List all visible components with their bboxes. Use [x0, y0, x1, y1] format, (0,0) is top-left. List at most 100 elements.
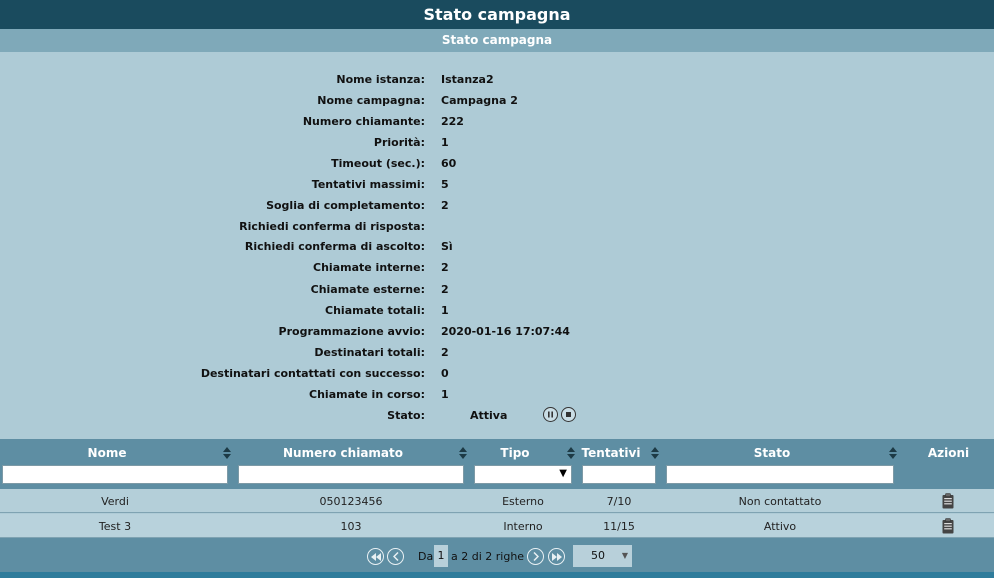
- detail-label: Chiamate totali:: [325, 304, 425, 317]
- page-size-value: 50: [591, 549, 605, 562]
- window-title: Stato campagna: [0, 0, 994, 29]
- cell-numero: 103: [340, 520, 362, 533]
- detail-row: Richiedi conferma di risposta:: [0, 216, 994, 237]
- stop-button[interactable]: [561, 407, 576, 422]
- detail-row: Nome campagna: Campagna 2: [0, 90, 994, 111]
- detail-row: Chiamate in corso: 1: [0, 384, 994, 405]
- next-page-button[interactable]: [527, 548, 544, 565]
- status-value: Attiva: [470, 409, 508, 422]
- cell-stato: Attivo: [763, 520, 797, 533]
- page-size-select[interactable]: 50 ▼: [573, 545, 632, 567]
- pagination-bar: Da 1 a 2 di 2 righe 50 ▼: [0, 538, 994, 572]
- detail-label: Richiedi conferma di risposta:: [239, 220, 425, 233]
- clipboard-icon[interactable]: [942, 493, 954, 509]
- sort-icon[interactable]: [889, 447, 897, 459]
- destinations-table: Nome Numero chiamato Tipo Tentativi Stat…: [0, 439, 994, 538]
- detail-value: 2020-01-16 17:07:44: [441, 325, 570, 338]
- sort-icon[interactable]: [651, 447, 659, 459]
- detail-value: 2: [441, 283, 449, 296]
- cell-nome: Test 3: [98, 520, 132, 533]
- detail-row: Programmazione avvio: 2020-01-16 17:07:44: [0, 321, 994, 342]
- cell-tipo: Esterno: [502, 495, 544, 508]
- campaign-details: Nome istanza: Istanza2 Nome campagna: Camp…: [0, 52, 994, 439]
- detail-row: Destinatari totali: 2: [0, 342, 994, 363]
- sort-icon[interactable]: [223, 447, 231, 459]
- pause-button[interactable]: [543, 407, 558, 422]
- detail-label: Nome istanza:: [336, 73, 425, 86]
- last-page-button[interactable]: [548, 548, 565, 565]
- stop-icon: [566, 412, 571, 417]
- column-header-azioni: Azioni: [927, 446, 970, 460]
- detail-label: Nome campagna:: [317, 94, 425, 107]
- filter-stato-input[interactable]: [666, 465, 894, 484]
- table-row[interactable]: Verdi 050123456 Esterno 7/10 Non contatt…: [0, 489, 994, 513]
- detail-row: Timeout (sec.): 60: [0, 153, 994, 174]
- column-header-tipo[interactable]: Tipo: [472, 439, 558, 465]
- cell-stato: Non contattato: [738, 495, 822, 508]
- page-number-input[interactable]: 1: [434, 545, 448, 567]
- detail-label: Destinatari contattati con successo:: [200, 367, 425, 380]
- table-header: Nome Numero chiamato Tipo Tentativi Stat…: [0, 439, 994, 489]
- footer-divider: [0, 572, 994, 578]
- sort-icon[interactable]: [567, 447, 575, 459]
- pause-icon: [548, 411, 553, 418]
- first-page-button[interactable]: [367, 548, 384, 565]
- detail-value: 222: [441, 115, 464, 128]
- detail-value: 5: [441, 178, 449, 191]
- filter-numero-input[interactable]: [238, 465, 464, 484]
- chevron-down-icon: ▼: [621, 551, 628, 560]
- detail-value: 60: [441, 157, 457, 170]
- detail-value: Campagna 2: [441, 94, 518, 107]
- detail-label: Soglia di completamento:: [266, 199, 425, 212]
- detail-label: Timeout (sec.):: [331, 157, 425, 170]
- filter-tentativi-input[interactable]: [582, 465, 656, 484]
- dropdown-arrow-icon: ▼: [559, 468, 567, 479]
- cell-numero: 050123456: [319, 495, 383, 508]
- detail-value: 2: [441, 199, 449, 212]
- status-row: Stato: Attiva: [0, 405, 994, 426]
- column-header-nome[interactable]: Nome: [0, 439, 214, 465]
- cell-tentativi: 11/15: [603, 520, 635, 533]
- prev-page-button[interactable]: [387, 548, 404, 565]
- pager-summary: a 2 di 2 righe: [451, 550, 525, 563]
- status-label: Stato:: [387, 409, 425, 422]
- detail-row: Chiamate esterne: 2: [0, 279, 994, 300]
- clipboard-icon[interactable]: [942, 518, 954, 534]
- filter-nome-input[interactable]: [2, 465, 228, 484]
- detail-row: Chiamate interne: 2: [0, 257, 994, 278]
- detail-value: 0: [441, 367, 449, 380]
- detail-value: Istanza2: [441, 73, 494, 86]
- column-header-tentativi[interactable]: Tentativi: [580, 439, 642, 465]
- chevron-left-icon: [392, 552, 399, 561]
- column-header-numero[interactable]: Numero chiamato: [236, 439, 450, 465]
- detail-label: Chiamate in corso:: [309, 388, 425, 401]
- filter-tipo-select[interactable]: ▼: [474, 465, 572, 484]
- detail-row: Richiedi conferma di ascolto: Sì: [0, 236, 994, 257]
- detail-label: Destinatari totali:: [314, 346, 425, 359]
- cell-tipo: Interno: [503, 520, 543, 533]
- pager-prefix: Da: [418, 550, 434, 563]
- first-page-icon: [370, 552, 381, 561]
- detail-row: Numero chiamante: 222: [0, 111, 994, 132]
- detail-value: 2: [441, 346, 449, 359]
- cell-tentativi: 7/10: [606, 495, 632, 508]
- last-page-icon: [551, 552, 562, 561]
- sort-icon[interactable]: [459, 447, 467, 459]
- detail-row: Chiamate totali: 1: [0, 300, 994, 321]
- detail-value: 1: [441, 304, 449, 317]
- cell-nome: Verdi: [101, 495, 129, 508]
- detail-row: Priorità: 1: [0, 132, 994, 153]
- detail-value: 1: [441, 388, 449, 401]
- detail-label: Chiamate interne:: [313, 261, 425, 274]
- table-row[interactable]: Test 3 103 Interno 11/15 Attivo: [0, 514, 994, 538]
- detail-value: Sì: [441, 240, 453, 253]
- chevron-right-icon: [532, 552, 539, 561]
- section-title: Stato campagna: [0, 29, 994, 52]
- detail-label: Programmazione avvio:: [278, 325, 425, 338]
- detail-label: Richiedi conferma di ascolto:: [244, 240, 425, 253]
- column-header-stato[interactable]: Stato: [664, 439, 880, 465]
- detail-label: Chiamate esterne:: [310, 283, 425, 296]
- detail-row: Soglia di completamento: 2: [0, 195, 994, 216]
- detail-label: Numero chiamante:: [302, 115, 425, 128]
- detail-row: Destinatari contattati con successo: 0: [0, 363, 994, 384]
